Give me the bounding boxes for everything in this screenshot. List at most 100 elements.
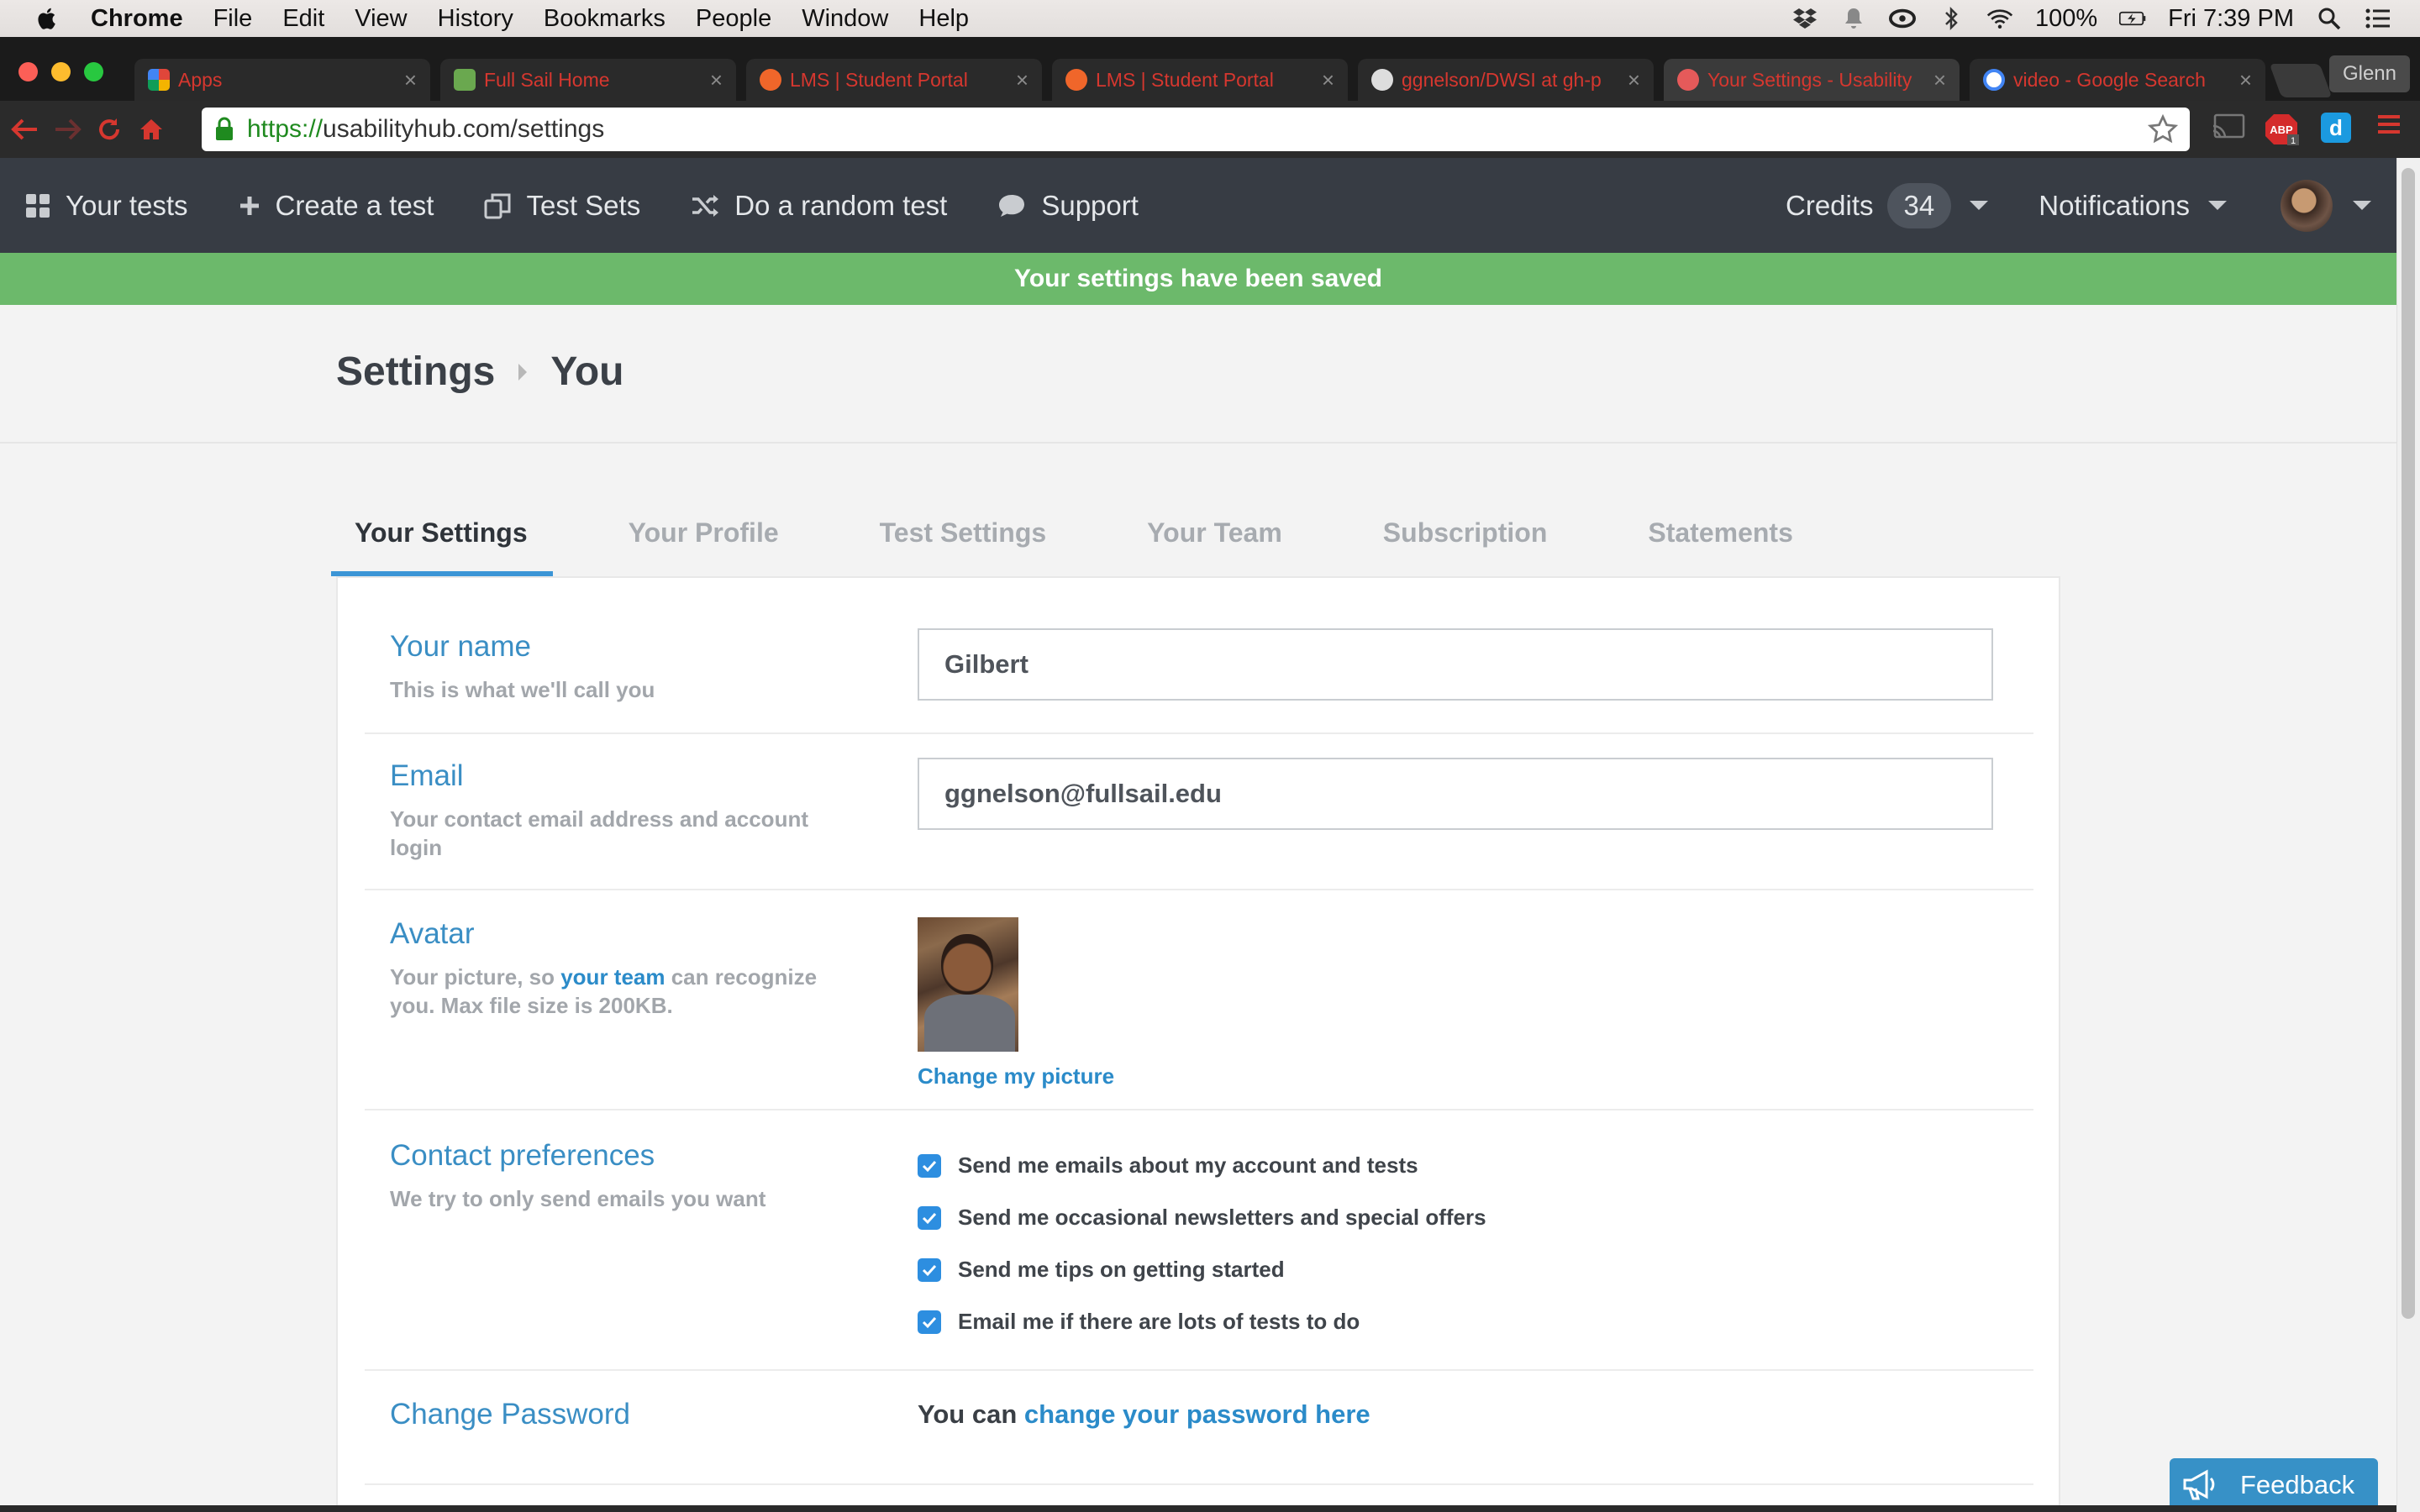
close-tab-icon[interactable]: × [1628,67,1640,93]
apple-icon[interactable] [35,6,60,31]
wifi-icon[interactable] [1986,5,2013,32]
browser-tab[interactable]: LMS | Student Portal × [1052,59,1348,101]
browser-tab-active[interactable]: Your Settings - Usability × [1664,59,1960,101]
change-password-text: You can change your password here [918,1399,1370,1430]
close-tab-icon[interactable]: × [404,67,417,93]
tab-test-settings[interactable]: Test Settings [855,509,1072,576]
google-favicon-icon [1983,69,2005,91]
creative-cloud-icon[interactable] [1888,5,1916,32]
chat-bubble-icon [999,194,1025,217]
cast-icon[interactable] [2212,113,2245,139]
home-icon[interactable] [134,113,168,146]
bluetooth-icon[interactable] [1938,5,1965,32]
close-tab-icon[interactable]: × [1933,67,1946,93]
browser-tab-title: ggnelson/DWSI at gh-p [1402,68,1602,91]
credits-count-badge[interactable]: 34 [1886,182,1952,228]
minimize-window-button[interactable] [51,62,71,81]
checkbox-checked-icon[interactable] [918,1205,941,1230]
pref-lots-of-tests-checkbox[interactable]: Email me if there are lots of tests to d… [918,1309,1360,1335]
credits-label[interactable]: Credits [1786,190,1874,222]
notifications-menu[interactable]: Notifications [2039,190,2190,222]
credits-dropdown-caret-icon[interactable] [1970,201,1989,210]
macos-menubar: Chrome File Edit View History Bookmarks … [0,0,2420,37]
nav-create-test[interactable]: Create a test [239,190,434,222]
tab-subscription[interactable]: Subscription [1358,509,1573,576]
full-sail-favicon-icon [454,69,476,91]
pref-account-emails-checkbox[interactable]: Send me emails about my account and test… [918,1152,1418,1179]
menubar-history[interactable]: History [438,5,513,33]
nav-test-sets[interactable]: Test Sets [484,190,640,222]
spotlight-search-icon[interactable] [2316,5,2343,32]
close-tab-icon[interactable]: × [1322,67,1334,93]
notification-center-icon[interactable] [2365,5,2391,32]
email-input[interactable]: ggnelson@fullsail.edu [918,758,1993,830]
your-team-link[interactable]: your team [560,964,665,990]
menubar-edit[interactable]: Edit [282,5,324,33]
zoom-window-button[interactable] [84,62,103,81]
breadcrumb-separator-icon [518,363,528,381]
menubar-app-name[interactable]: Chrome [91,5,183,33]
profile-button[interactable]: Glenn [2328,55,2410,92]
dropbox-icon[interactable] [1791,5,1818,32]
back-arrow-icon[interactable] [8,113,42,146]
battery-charging-icon[interactable] [2119,5,2146,32]
checkbox-checked-icon[interactable] [918,1310,941,1334]
browser-tab[interactable]: ggnelson/DWSI at gh-p × [1358,59,1654,101]
nav-random-test[interactable]: Do a random test [691,190,947,222]
battery-percent: 100% [2034,4,2098,32]
menubar-file[interactable]: File [213,5,253,33]
browser-tab[interactable]: Full Sail Home × [440,59,736,101]
tab-your-team[interactable]: Your Team [1122,509,1307,576]
menubar-window[interactable]: Window [802,5,888,33]
breadcrumb-settings[interactable]: Settings [336,349,495,395]
close-tab-icon[interactable]: × [710,67,723,93]
checkbox-checked-icon[interactable] [918,1153,941,1178]
tab-your-settings[interactable]: Your Settings [331,509,553,576]
adblock-plus-icon[interactable]: ABP 1 [2264,113,2301,146]
change-password-prefix: You can [918,1399,1024,1429]
close-tab-icon[interactable]: × [1016,67,1028,93]
menubar-bookmarks[interactable]: Bookmarks [544,5,666,33]
dashlane-icon[interactable]: d [2321,113,2351,143]
browser-tab[interactable]: LMS | Student Portal × [746,59,1042,101]
pref-tips-checkbox[interactable]: Send me tips on getting started [918,1257,1285,1283]
user-avatar[interactable] [2281,179,2333,232]
feedback-button[interactable]: Feedback [2170,1458,2378,1512]
nav-support[interactable]: Support [997,190,1139,222]
browser-tab[interactable]: video - Google Search × [1970,59,2265,101]
close-tab-icon[interactable]: × [2239,67,2252,93]
close-window-button[interactable] [18,62,38,81]
address-bar[interactable]: https://usabilityhub.com/settings [202,108,2190,151]
menubar-clock[interactable]: Fri 7:39 PM [2168,5,2294,33]
checkbox-checked-icon[interactable] [918,1257,941,1282]
name-input[interactable]: Gilbert [918,628,1993,701]
user-menu-caret-icon[interactable] [2353,201,2371,210]
settings-saved-banner: Your settings have been saved [0,253,2396,305]
pref-newsletters-checkbox[interactable]: Send me occasional newsletters and speci… [918,1205,1486,1231]
page-scrollbar-thumb[interactable] [2402,168,2415,1319]
name-label: Your name [390,630,531,663]
chrome-menu-icon[interactable] [2376,113,2402,136]
pref-lots-of-tests-label: Email me if there are lots of tests to d… [958,1309,1360,1334]
tab-statements[interactable]: Statements [1623,509,1818,576]
breadcrumb: Settings You [336,349,623,395]
menubar-help[interactable]: Help [918,5,969,33]
nav-random-test-label: Do a random test [734,189,948,221]
new-tab-button[interactable] [2269,64,2333,97]
browser-tab[interactable]: Apps × [134,59,430,101]
secure-lock-icon[interactable] [213,117,235,142]
bookmark-star-icon[interactable] [2148,114,2178,144]
pref-tips-label: Send me tips on getting started [958,1257,1285,1282]
menubar-people[interactable]: People [696,5,771,33]
nav-your-tests[interactable]: Your tests [25,190,188,222]
notification-bell-icon[interactable] [1840,5,1867,32]
menubar-view[interactable]: View [355,5,407,33]
reload-icon[interactable] [92,113,126,146]
forward-arrow-icon[interactable] [50,113,84,146]
change-password-link[interactable]: change your password here [1024,1399,1370,1429]
tab-your-profile[interactable]: Your Profile [603,509,804,576]
change-picture-link[interactable]: Change my picture [918,1063,1114,1089]
nav-support-label: Support [1041,189,1139,221]
browser-tab-title: Your Settings - Usability [1707,68,1912,91]
notifications-dropdown-caret-icon[interactable] [2208,201,2227,210]
